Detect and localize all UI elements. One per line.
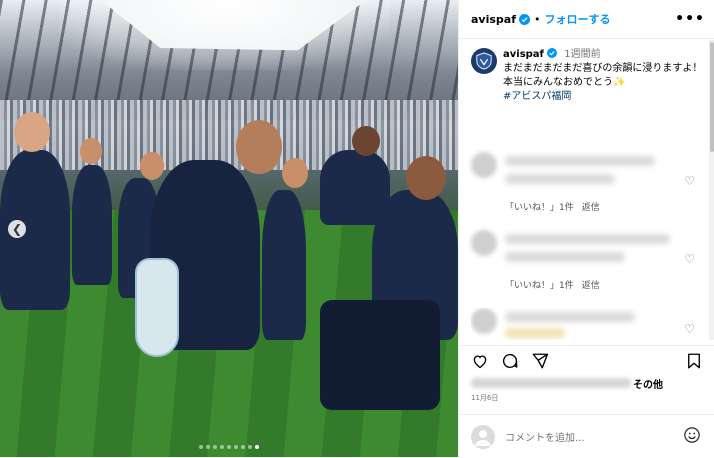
share-send-icon[interactable] bbox=[531, 352, 549, 370]
likes-summary[interactable]: その他 bbox=[471, 376, 707, 391]
caption-hashtag[interactable]: #アビスパ福岡 bbox=[503, 90, 708, 104]
comment-avatar[interactable] bbox=[471, 152, 497, 178]
post-actions bbox=[459, 345, 714, 376]
comment-avatar[interactable] bbox=[471, 230, 497, 256]
carousel-indicator bbox=[0, 445, 458, 449]
player-jumping-head bbox=[352, 126, 380, 156]
carousel-dot bbox=[206, 445, 210, 449]
carousel-dot bbox=[255, 445, 259, 449]
verified-badge-icon bbox=[547, 48, 558, 58]
chevron-left-icon: ❮ bbox=[11, 222, 23, 236]
comment-item: 「いいね！」1件 返信 ♡ bbox=[471, 152, 707, 213]
header-username[interactable]: avispaf bbox=[471, 13, 516, 26]
comment-text-blurred bbox=[505, 252, 625, 262]
more-options-button[interactable]: ••• bbox=[675, 11, 705, 27]
current-user-avatar bbox=[471, 425, 495, 449]
comment-text-blurred bbox=[505, 174, 615, 184]
post-header: avispaf • フォローする ••• bbox=[459, 0, 714, 39]
emoji-icon[interactable] bbox=[683, 426, 701, 448]
scrollbar-thumb[interactable] bbox=[710, 42, 714, 152]
add-comment-bar: コメントを追加... bbox=[459, 414, 714, 458]
comment-text-blurred bbox=[505, 234, 670, 244]
comment-item: 「いいね！」1件 返信 ♡ bbox=[471, 230, 707, 291]
caption-line-2: 本当にみんなおめでとう✨ bbox=[503, 77, 626, 88]
comment-text-blurred bbox=[505, 328, 565, 338]
comment-like-heart-icon[interactable]: ♡ bbox=[684, 322, 695, 336]
comment-meta: 「いいね！」1件 返信 bbox=[505, 200, 600, 213]
caption-username[interactable]: avispaf bbox=[503, 49, 544, 60]
carousel-dot bbox=[234, 445, 238, 449]
comment-reply-button[interactable]: 返信 bbox=[582, 281, 600, 291]
like-heart-icon[interactable] bbox=[471, 352, 489, 370]
player-back-1 bbox=[72, 165, 112, 285]
player-back-1-head bbox=[80, 138, 102, 164]
stadium-crowd bbox=[0, 100, 458, 170]
player-right-legs bbox=[320, 300, 440, 410]
bookmark-icon[interactable] bbox=[685, 352, 703, 370]
previous-slide-button[interactable]: ❮ bbox=[8, 220, 26, 238]
caption-time[interactable]: 1週間前 bbox=[564, 49, 600, 60]
comment-likes[interactable]: 「いいね！」1件 bbox=[505, 203, 574, 213]
carousel-dot bbox=[227, 445, 231, 449]
comment-like-heart-icon[interactable]: ♡ bbox=[684, 174, 695, 188]
likes-names-blurred bbox=[471, 378, 631, 388]
comments-scrollbar[interactable] bbox=[709, 40, 714, 340]
caption-text: avispaf 1週間前 まだまだまだまだ喜びの余韻に浸りますよ！ 本当にみんな… bbox=[503, 48, 708, 104]
comment-like-heart-icon[interactable]: ♡ bbox=[684, 252, 695, 266]
add-comment-input[interactable]: コメントを追加... bbox=[505, 429, 585, 444]
carousel-dot bbox=[220, 445, 224, 449]
post-date[interactable]: 11月6日 bbox=[471, 393, 498, 403]
carousel-dot bbox=[241, 445, 245, 449]
header-separator: • bbox=[534, 12, 541, 26]
carousel-dot bbox=[213, 445, 217, 449]
comment-icon[interactable] bbox=[501, 352, 519, 370]
player-back-2-head bbox=[140, 152, 164, 180]
verified-badge-icon bbox=[519, 10, 530, 29]
comment-text-blurred bbox=[505, 312, 635, 322]
comment-reply-button[interactable]: 返信 bbox=[582, 203, 600, 213]
post-sidebar: avispaf • フォローする ••• avispaf 1週間前 まだまだまだ… bbox=[458, 0, 714, 457]
comment-item: ♡ bbox=[471, 308, 707, 340]
comment-meta: 「いいね！」1件 返信 bbox=[505, 278, 600, 291]
follow-button[interactable]: フォローする bbox=[545, 11, 611, 27]
player-left-head bbox=[14, 112, 50, 152]
player-center-head bbox=[236, 120, 282, 174]
comment-likes[interactable]: 「いいね！」1件 bbox=[505, 281, 574, 291]
avatar[interactable] bbox=[471, 48, 497, 74]
likes-suffix[interactable]: その他 bbox=[633, 376, 663, 391]
player-right-head bbox=[406, 156, 446, 200]
player-mid-back bbox=[262, 190, 306, 340]
club-crest-icon bbox=[476, 52, 492, 70]
comment-avatar[interactable] bbox=[471, 308, 497, 334]
comment-text-blurred bbox=[505, 156, 655, 166]
caption-line-1: まだまだまだまだ喜びの余韻に浸りますよ！ bbox=[503, 63, 703, 74]
carousel-dot bbox=[199, 445, 203, 449]
carousel-dot bbox=[248, 445, 252, 449]
post-photo[interactable]: ❮ bbox=[0, 0, 458, 457]
megaphone bbox=[135, 258, 179, 357]
player-mid-back-head bbox=[282, 158, 308, 188]
